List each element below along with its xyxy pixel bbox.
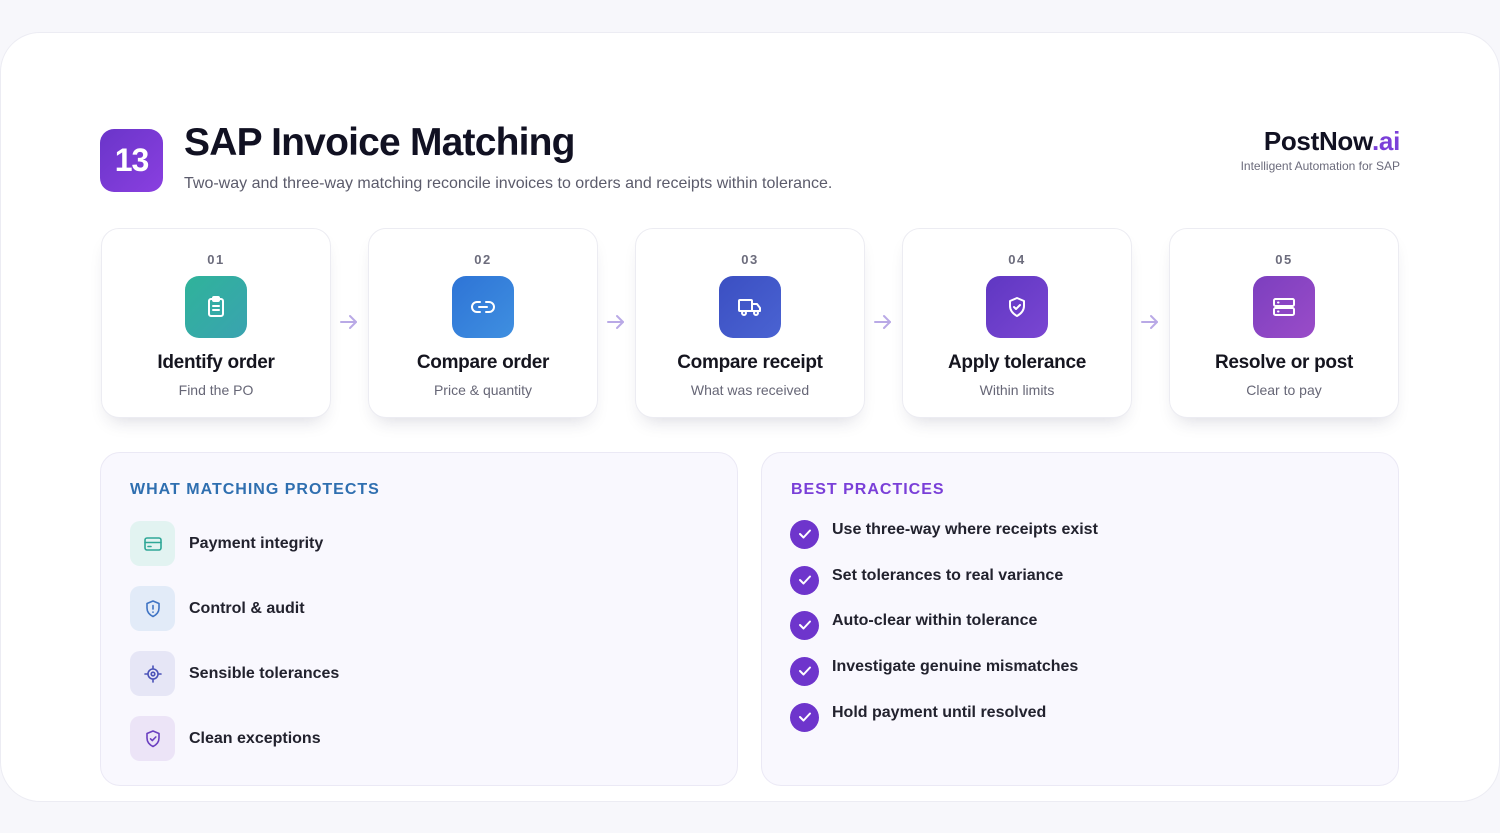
step-card-resolve-or-post: 05 Resolve or post Clear to pay — [1169, 228, 1399, 418]
shield-check-icon — [130, 716, 175, 761]
step-number: 05 — [1275, 252, 1293, 267]
target-icon — [130, 651, 175, 696]
step-title: Apply tolerance — [947, 352, 1087, 373]
arrow-right-icon — [1139, 312, 1161, 332]
step-number: 02 — [474, 252, 492, 267]
section-number-badge: 13 — [100, 129, 163, 192]
brand-name-main: PostNow — [1263, 126, 1372, 156]
step-card-apply-tolerance: 04 Apply tolerance Within limits — [902, 228, 1132, 418]
step-title: Compare order — [416, 352, 550, 373]
arrow-right-icon — [605, 312, 627, 332]
check-icon — [790, 656, 819, 686]
list-item: Sensible tolerances — [130, 651, 339, 696]
list-item-label: Investigate genuine mismatches — [832, 658, 1079, 675]
check-icon — [790, 519, 819, 549]
step-card-compare-order: 02 Compare order Price & quantity — [368, 228, 598, 418]
step-subtitle: Price & quantity — [433, 382, 533, 398]
best-practices-panel: BEST PRACTICES Use three-way where recei… — [761, 452, 1399, 786]
brand-tagline: Intelligent Automation for SAP — [1240, 159, 1400, 173]
panel-title: BEST PRACTICES — [791, 481, 945, 498]
what-matching-protects-panel: WHAT MATCHING PROTECTS Payment integrity… — [100, 452, 738, 786]
brand-name-suffix: .ai — [1371, 126, 1400, 156]
clipboard-icon — [185, 276, 247, 338]
arrow-right-icon — [338, 312, 360, 332]
list-item-label: Payment integrity — [189, 534, 324, 552]
link-icon — [452, 276, 514, 338]
list-item: Clean exceptions — [130, 716, 321, 761]
panel-title: WHAT MATCHING PROTECTS — [130, 481, 380, 498]
step-subtitle: Within limits — [979, 382, 1055, 398]
brand-name: PostNow.ai — [1241, 126, 1400, 157]
list-item-label: Auto-clear within tolerance — [832, 612, 1038, 629]
page-subtitle: Two-way and three-way matching reconcile… — [184, 175, 833, 192]
truck-icon — [719, 276, 781, 338]
step-number: 03 — [741, 252, 759, 267]
shield-alert-icon — [130, 586, 175, 631]
list-item-label: Control & audit — [189, 599, 305, 617]
list-item: Control & audit — [130, 586, 305, 631]
check-icon — [790, 702, 819, 732]
list-item: Payment integrity — [130, 521, 323, 566]
page-title: SAP Invoice Matching — [184, 121, 576, 164]
list-item: Hold payment until resolved — [790, 702, 1046, 732]
step-title: Identify order — [157, 352, 275, 373]
check-icon — [790, 565, 819, 595]
list-item: Investigate genuine mismatches — [790, 656, 1078, 686]
list-item: Auto-clear within tolerance — [790, 610, 1037, 640]
server-icon — [1253, 276, 1315, 338]
list-item: Use three-way where receipts exist — [790, 519, 1098, 549]
list-item-label: Sensible tolerances — [189, 664, 340, 682]
step-subtitle: Clear to pay — [1246, 382, 1322, 398]
arrow-right-icon — [872, 312, 894, 332]
list-item-label: Set tolerances to real variance — [832, 567, 1064, 584]
step-number: 01 — [207, 252, 225, 267]
credit-card-icon — [130, 521, 175, 566]
step-card-compare-receipt: 03 Compare receipt What was received — [635, 228, 865, 418]
step-title: Resolve or post — [1214, 352, 1354, 373]
list-item-label: Hold payment until resolved — [832, 704, 1047, 721]
step-title: Compare receipt — [677, 352, 823, 373]
step-number: 04 — [1008, 252, 1026, 267]
list-item: Set tolerances to real variance — [790, 565, 1063, 595]
list-item-label: Use three-way where receipts exist — [832, 521, 1098, 538]
step-subtitle: What was received — [690, 382, 810, 398]
check-icon — [790, 610, 819, 640]
shield-check-icon — [986, 276, 1048, 338]
step-card-identify-order: 01 Identify order Find the PO — [101, 228, 331, 418]
step-subtitle: Find the PO — [178, 382, 254, 398]
list-item-label: Clean exceptions — [189, 729, 321, 747]
brand-logo: PostNow.ai Intelligent Automation for SA… — [1240, 126, 1401, 173]
